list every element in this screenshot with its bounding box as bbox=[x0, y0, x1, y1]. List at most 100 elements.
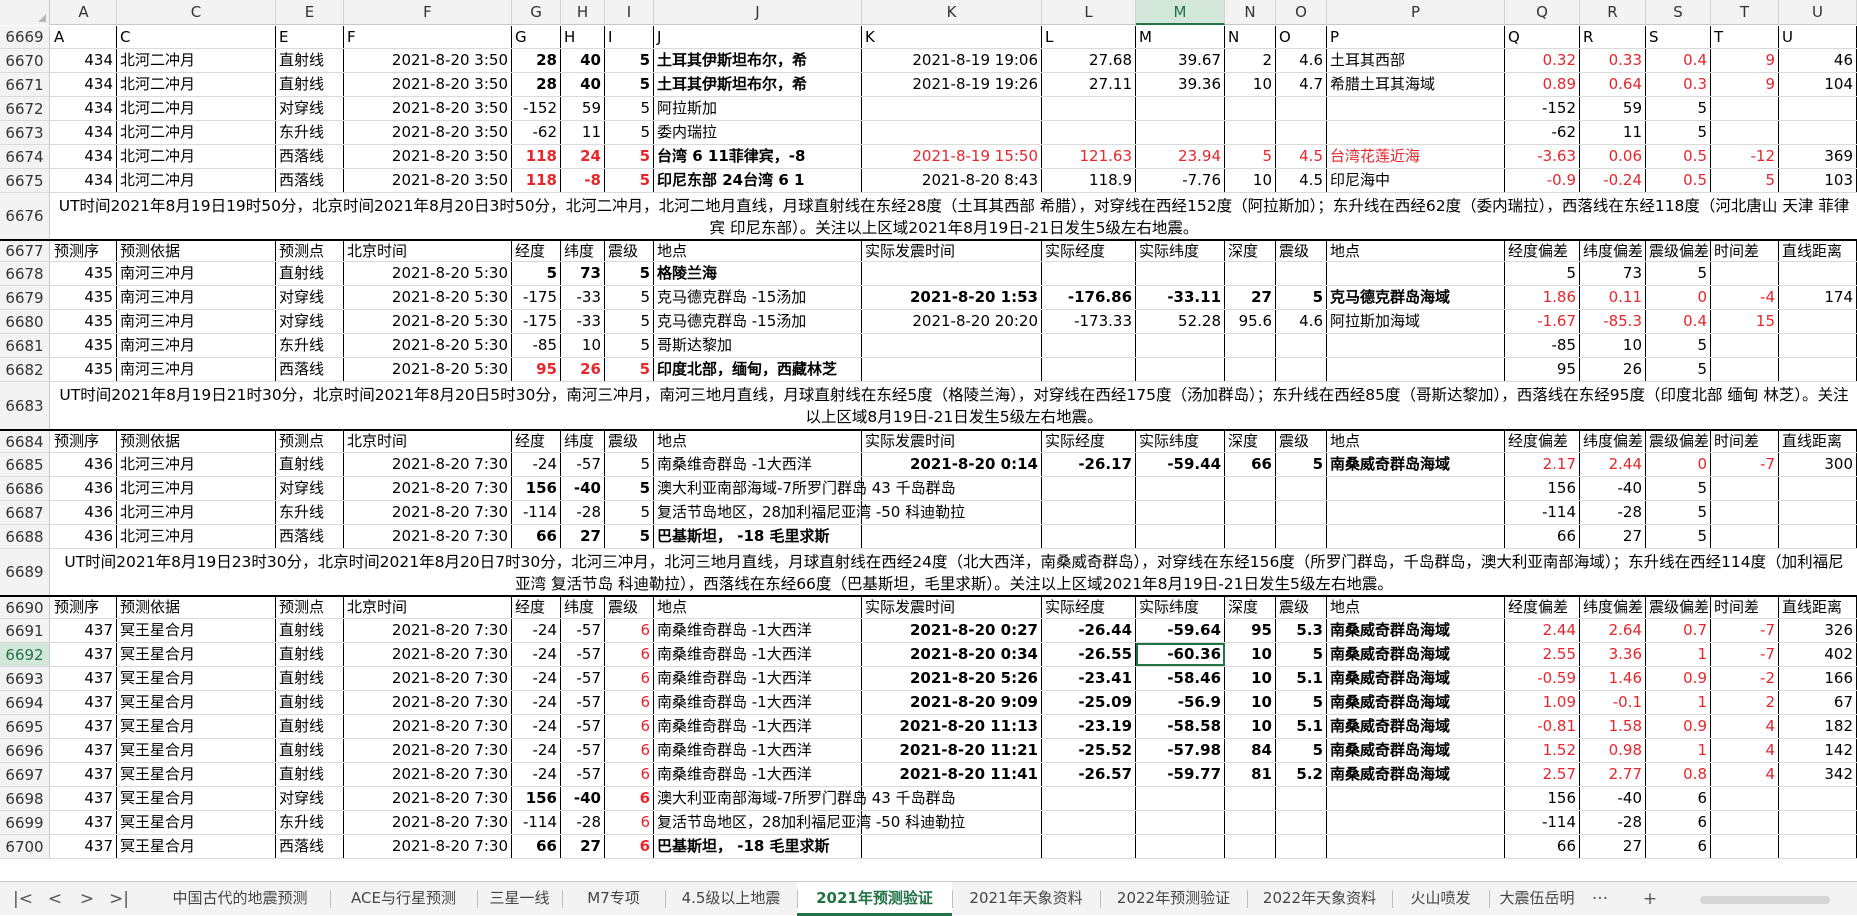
cell-L6672[interactable] bbox=[1042, 97, 1136, 120]
horizontal-scrollbar[interactable] bbox=[1680, 882, 1850, 916]
cell-R6687[interactable]: -28 bbox=[1580, 501, 1646, 524]
cell-L6686[interactable] bbox=[1042, 477, 1136, 500]
cell-P6693[interactable]: 南桑威奇群岛海域 bbox=[1327, 667, 1505, 690]
cell-R6693[interactable]: 1.46 bbox=[1580, 667, 1646, 690]
cell-C6696[interactable]: 冥王星合月 bbox=[117, 739, 276, 762]
sheet-tab[interactable]: 2021年预测验证 bbox=[797, 882, 952, 916]
cell-J6670[interactable]: 土耳其伊斯坦布尔，希 bbox=[654, 49, 862, 72]
cell-G6690[interactable]: 经度 bbox=[512, 597, 561, 618]
row-number-6700[interactable]: 6700 bbox=[0, 835, 50, 858]
cell-C6699[interactable]: 冥王星合月 bbox=[117, 811, 276, 834]
cell-K6694[interactable]: 2021-8-20 9:09 bbox=[862, 691, 1042, 714]
sheet-tab[interactable]: 大震伍岳明 bbox=[1489, 882, 1585, 916]
cell-N6678[interactable] bbox=[1225, 262, 1276, 285]
cell-G6680[interactable]: -175 bbox=[512, 310, 561, 333]
cell-Q6688[interactable]: 66 bbox=[1505, 525, 1580, 548]
cell-M6673[interactable] bbox=[1136, 121, 1225, 144]
cell-P6673[interactable] bbox=[1327, 121, 1505, 144]
cell-I6694[interactable]: 6 bbox=[605, 691, 654, 714]
column-header-T[interactable]: T bbox=[1711, 0, 1779, 25]
first-sheet-nav-icon[interactable]: |< bbox=[8, 882, 38, 916]
cell-I6691[interactable]: 6 bbox=[605, 619, 654, 642]
cell-S6691[interactable]: 0.7 bbox=[1646, 619, 1711, 642]
cell-J6685[interactable]: 南桑维奇群岛 -1大西洋 bbox=[654, 453, 862, 476]
cell-N6680[interactable]: 95.6 bbox=[1225, 310, 1276, 333]
cell-U6696[interactable]: 142 bbox=[1779, 739, 1857, 762]
cell-A6671[interactable]: 434 bbox=[51, 73, 117, 96]
cell-M6695[interactable]: -58.58 bbox=[1136, 715, 1225, 738]
cell-C6674[interactable]: 北河二冲月 bbox=[117, 145, 276, 168]
row-number-6693[interactable]: 6693 bbox=[0, 667, 50, 690]
cell-E6673[interactable]: 东升线 bbox=[276, 121, 344, 144]
cell-G6670[interactable]: 28 bbox=[512, 49, 561, 72]
cell-R6682[interactable]: 26 bbox=[1580, 358, 1646, 381]
cell-F6687[interactable]: 2021-8-20 7:30 bbox=[344, 501, 512, 524]
cell-G6669[interactable]: G bbox=[512, 26, 561, 48]
cell-O6679[interactable]: 5 bbox=[1276, 286, 1327, 309]
cell-K6681[interactable] bbox=[862, 334, 1042, 357]
cell-E6671[interactable]: 直射线 bbox=[276, 73, 344, 96]
column-header-H[interactable]: H bbox=[561, 0, 605, 25]
cell-U6699[interactable] bbox=[1779, 811, 1857, 834]
cell-L6680[interactable]: -173.33 bbox=[1042, 310, 1136, 333]
cell-N6675[interactable]: 10 bbox=[1225, 169, 1276, 192]
cell-S6670[interactable]: 0.4 bbox=[1646, 49, 1711, 72]
cell-Q6690[interactable]: 经度偏差 bbox=[1505, 597, 1580, 618]
cell-K6669[interactable]: K bbox=[862, 26, 1042, 48]
cell-R6696[interactable]: 0.98 bbox=[1580, 739, 1646, 762]
cell-U6694[interactable]: 67 bbox=[1779, 691, 1857, 714]
column-header-S[interactable]: S bbox=[1646, 0, 1711, 25]
cell-R6670[interactable]: 0.33 bbox=[1580, 49, 1646, 72]
cell-L6696[interactable]: -25.52 bbox=[1042, 739, 1136, 762]
cell-Q6699[interactable]: -114 bbox=[1505, 811, 1580, 834]
cell-P6672[interactable] bbox=[1327, 97, 1505, 120]
cell-M6690[interactable]: 实际纬度 bbox=[1136, 597, 1225, 618]
cell-P6681[interactable] bbox=[1327, 334, 1505, 357]
cell-G6679[interactable]: -175 bbox=[512, 286, 561, 309]
cell-C6680[interactable]: 南河三冲月 bbox=[117, 310, 276, 333]
cell-P6674[interactable]: 台湾花莲近海 bbox=[1327, 145, 1505, 168]
cell-F6698[interactable]: 2021-8-20 7:30 bbox=[344, 787, 512, 810]
cell-M6678[interactable] bbox=[1136, 262, 1225, 285]
cell-N6697[interactable]: 81 bbox=[1225, 763, 1276, 786]
row-number-6696[interactable]: 6696 bbox=[0, 739, 50, 762]
cell-U6675[interactable]: 103 bbox=[1779, 169, 1857, 192]
cell-N6672[interactable] bbox=[1225, 97, 1276, 120]
cell-K6688[interactable] bbox=[862, 525, 1042, 548]
cell-L6694[interactable]: -25.09 bbox=[1042, 691, 1136, 714]
cell-K6700[interactable] bbox=[862, 835, 1042, 858]
cell-R6674[interactable]: 0.06 bbox=[1580, 145, 1646, 168]
cell-A6693[interactable]: 437 bbox=[51, 667, 117, 690]
cell-H6681[interactable]: 10 bbox=[561, 334, 605, 357]
cell-N6687[interactable] bbox=[1225, 501, 1276, 524]
cell-S6698[interactable]: 6 bbox=[1646, 787, 1711, 810]
cell-O6670[interactable]: 4.6 bbox=[1276, 49, 1327, 72]
cell-I6682[interactable]: 5 bbox=[605, 358, 654, 381]
cell-Q6687[interactable]: -114 bbox=[1505, 501, 1580, 524]
cell-P6680[interactable]: 阿拉斯加海域 bbox=[1327, 310, 1505, 333]
row-number-6698[interactable]: 6698 bbox=[0, 787, 50, 810]
cell-J6673[interactable]: 委内瑞拉 bbox=[654, 121, 862, 144]
cell-G6678[interactable]: 5 bbox=[512, 262, 561, 285]
cell-A6688[interactable]: 436 bbox=[51, 525, 117, 548]
cell-I6672[interactable]: 5 bbox=[605, 97, 654, 120]
cell-C6687[interactable]: 北河三冲月 bbox=[117, 501, 276, 524]
cell-F6699[interactable]: 2021-8-20 7:30 bbox=[344, 811, 512, 834]
spreadsheet-grid[interactable]: ACEFGHIJKLMNOPQRSTU 6669 A C E F G H I J K L M N O P Q R… bbox=[0, 0, 1857, 881]
cell-J6688[interactable]: 巴基斯坦， -18 毛里求斯 bbox=[654, 525, 862, 548]
row-number-6672[interactable]: 6672 bbox=[0, 97, 50, 120]
cell-F6681[interactable]: 2021-8-20 5:30 bbox=[344, 334, 512, 357]
cell-E6682[interactable]: 西落线 bbox=[276, 358, 344, 381]
row-number-6689[interactable]: 6689 bbox=[0, 549, 50, 595]
cell-N6670[interactable]: 2 bbox=[1225, 49, 1276, 72]
cell-H6685[interactable]: -57 bbox=[561, 453, 605, 476]
cell-T6685[interactable]: -7 bbox=[1711, 453, 1779, 476]
cell-A6694[interactable]: 437 bbox=[51, 691, 117, 714]
cell-M6693[interactable]: -58.46 bbox=[1136, 667, 1225, 690]
cell-R6690[interactable]: 纬度偏差 bbox=[1580, 597, 1646, 618]
cell-A6691[interactable]: 437 bbox=[51, 619, 117, 642]
cell-O6700[interactable] bbox=[1276, 835, 1327, 858]
row-number-6669[interactable]: 6669 bbox=[0, 26, 50, 48]
cell-J6699[interactable]: 复活节岛地区，28加利福尼亚湾 -50 科迪勒拉 bbox=[654, 811, 965, 834]
cell-K6690[interactable]: 实际发震时间 bbox=[862, 597, 1042, 618]
